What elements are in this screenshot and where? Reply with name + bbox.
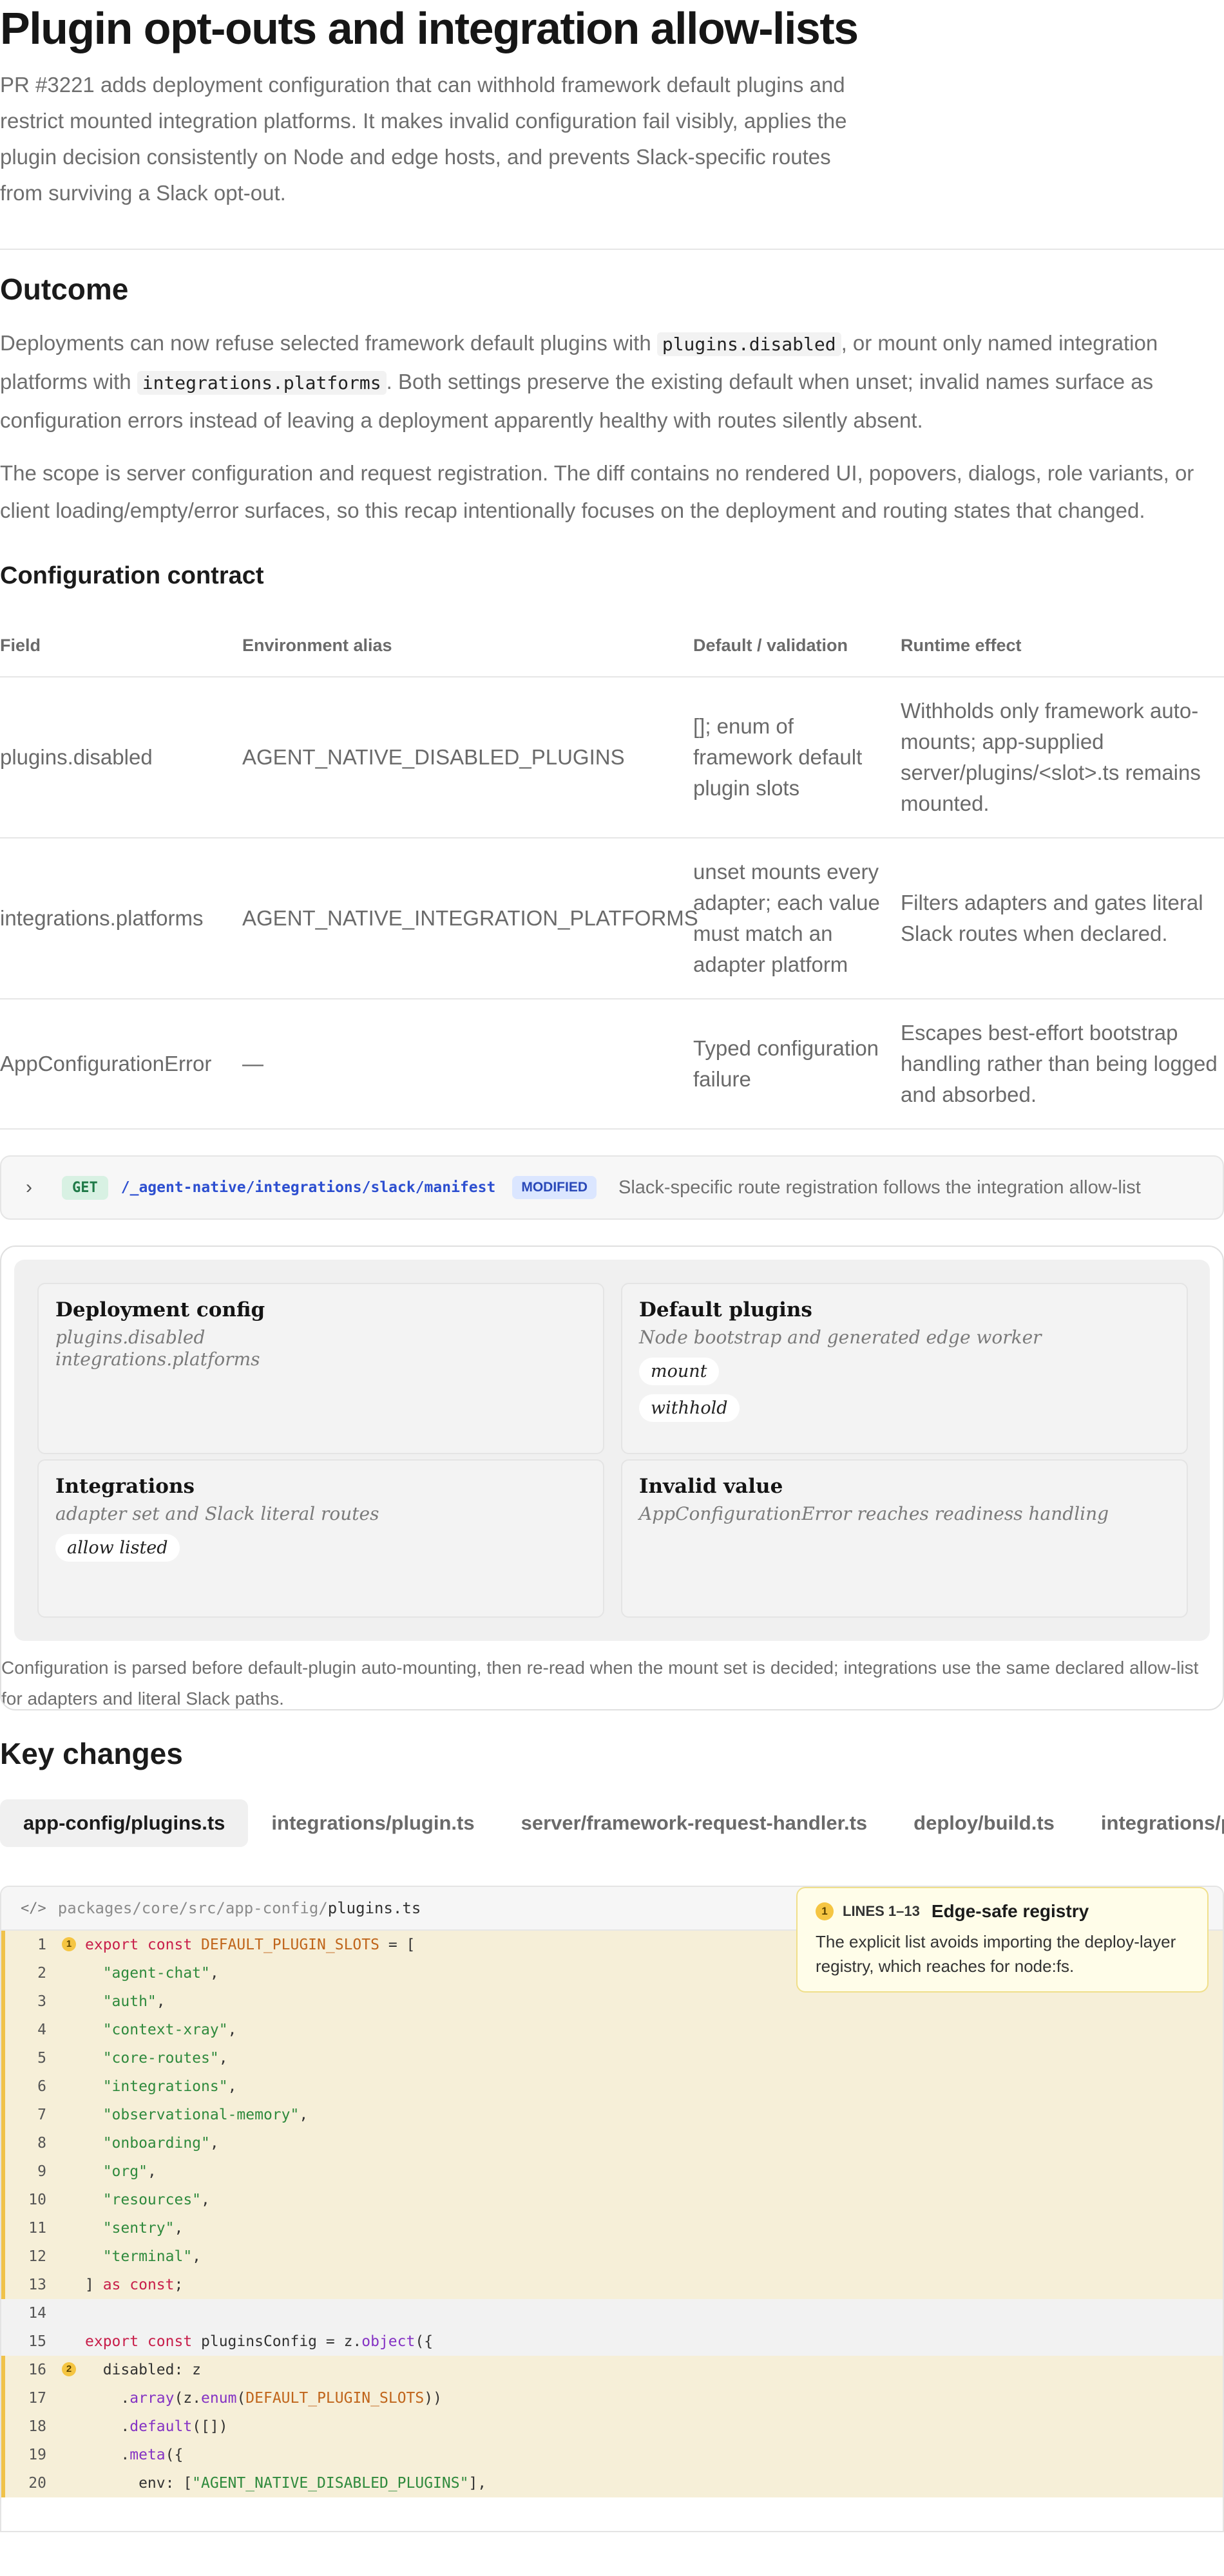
file-name: plugins.ts	[327, 1899, 421, 1917]
diagram-box-title: Deployment config	[55, 1298, 265, 1321]
inline-code-plugins-disabled: plugins.disabled	[656, 332, 841, 356]
file-path-prefix: packages/core/src/app-config/	[57, 1899, 328, 1917]
code-line: 8 "onboarding",	[1, 2129, 1223, 2157]
diagram-box-integrations: Integrations adapter set and Slack liter…	[37, 1459, 604, 1618]
status-badge: MODIFIED	[512, 1176, 597, 1199]
contract-heading: Configuration contract	[0, 562, 264, 589]
code-line: 19 .meta({	[1, 2441, 1223, 2469]
code-line: 20 env: ["AGENT_NATIVE_DISABLED_PLUGINS"…	[1, 2469, 1223, 2497]
route-description: Slack-specific route registration follow…	[618, 1177, 1141, 1198]
diagram-box-default-plugins: Default plugins Node bootstrap and gener…	[621, 1283, 1188, 1454]
code-line: 7 "observational-memory",	[1, 2101, 1223, 2129]
diagram-box-text: AppConfigurationError reaches readiness …	[639, 1503, 1109, 1524]
annotation-title: Edge-safe registry	[931, 1901, 1089, 1921]
tab-app-config-plugins[interactable]: app-config/plugins.ts	[0, 1799, 249, 1847]
table-cell: AGENT_NATIVE_DISABLED_PLUGINS	[242, 677, 693, 838]
code-line: 18 .default([])	[1, 2412, 1223, 2441]
page: Plugin opt-outs and integration allow-li…	[0, 0, 1224, 2532]
code-line: 16 2 disabled: z	[1, 2356, 1223, 2384]
code-line: 17 .array(z.enum(DEFAULT_PLUGIN_SLOTS))	[1, 2384, 1223, 2412]
tab-deploy-build[interactable]: deploy/build.ts	[890, 1799, 1078, 1847]
table-row: AppConfigurationError — Typed configurat…	[0, 999, 1224, 1130]
column-header: Runtime effect	[901, 614, 1224, 677]
outcome-paragraph-2: The scope is server configuration and re…	[0, 461, 1194, 522]
tab-integrations-plug[interactable]: integrations/plug	[1078, 1799, 1224, 1847]
route-disclosure[interactable]: › GET /_agent-native/integrations/slack/…	[0, 1155, 1224, 1220]
code-viewer: </> packages/core/src/app-config/plugins…	[0, 1886, 1224, 2532]
table-cell: unset mounts every adapter; each value m…	[693, 838, 901, 999]
table-row: plugins.disabled AGENT_NATIVE_DISABLED_P…	[0, 677, 1224, 838]
code-line: 5 "core-routes",	[1, 2044, 1223, 2072]
code-line: 9 "org",	[1, 2157, 1223, 2186]
table-cell: Withholds only framework auto-mounts; ap…	[901, 677, 1224, 838]
diagram-pill-allow-listed: allow listed	[55, 1534, 180, 1562]
annotation-body: The explicit list avoids importing the d…	[816, 1932, 1176, 1976]
diagram-pill-mount: mount	[639, 1358, 719, 1385]
code-line: 15 export const pluginsConfig = z.object(…	[1, 2327, 1223, 2356]
table-cell: —	[242, 999, 693, 1130]
table-cell: AppConfigurationError	[0, 999, 242, 1130]
code-line: 10 "resources",	[1, 2186, 1223, 2214]
diagram-box-title: Default plugins	[639, 1298, 812, 1321]
column-header: Environment alias	[242, 614, 693, 677]
annotation-marker[interactable]: 1	[55, 1931, 85, 1959]
annotation-badge: 1	[816, 1902, 834, 1920]
code-line: 6 "integrations",	[1, 2072, 1223, 2101]
table-cell: AGENT_NATIVE_INTEGRATION_PLATFORMS	[242, 838, 698, 999]
chevron-right-icon: ›	[26, 1177, 32, 1198]
diagram-box-title: Invalid value	[639, 1475, 783, 1498]
diagram-box-text: adapter set and Slack literal routes	[55, 1503, 379, 1524]
diagram-pill-withhold: withhold	[639, 1394, 740, 1422]
diagram-canvas: Deployment config plugins.disabled integ…	[14, 1260, 1210, 1641]
annotation-callout: 1 LINES 1–13 Edge-safe registry The expl…	[796, 1887, 1209, 1993]
table-cell: integrations.platforms	[0, 838, 242, 999]
code-line: 12 "terminal",	[1, 2242, 1223, 2271]
annotation-lines: LINES 1–13	[843, 1903, 920, 1919]
route-path: /_agent-native/integrations/slack/manife…	[120, 1179, 496, 1196]
diagram-caption: Configuration is parsed before default-p…	[1, 1658, 1199, 1709]
http-method-badge: GET	[62, 1175, 108, 1200]
annotation-marker[interactable]: 2	[55, 2356, 85, 2384]
inline-code-integrations-platforms: integrations.platforms	[137, 371, 387, 395]
diagram-box-title: Integrations	[55, 1475, 195, 1498]
column-header: Default / validation	[693, 614, 901, 677]
table-header-row: Field Environment alias Default / valida…	[0, 614, 1224, 677]
outcome-heading: Outcome	[0, 272, 129, 306]
page-title: Plugin opt-outs and integration allow-li…	[0, 3, 859, 53]
divider	[0, 249, 1224, 250]
code-line: 14	[1, 2299, 1223, 2327]
contract-table: Field Environment alias Default / valida…	[0, 614, 1224, 1130]
diagram-box-text: plugins.disabled integrations.platforms	[55, 1327, 260, 1370]
table-cell: Filters adapters and gates literal Slack…	[901, 838, 1224, 999]
file-tabs: app-config/plugins.ts integrations/plugi…	[0, 1799, 1224, 1847]
code-line: 4 "context-xray",	[1, 2016, 1223, 2044]
table-cell: plugins.disabled	[0, 677, 242, 838]
column-header: Field	[0, 614, 242, 677]
diagram-box-deployment-config: Deployment config plugins.disabled integ…	[37, 1283, 604, 1454]
flow-diagram: Deployment config plugins.disabled integ…	[0, 1245, 1224, 1710]
diagram-box-invalid-value: Invalid value AppConfigurationError reac…	[621, 1459, 1188, 1618]
table-cell: Typed configuration failure	[693, 999, 901, 1130]
table-row: integrations.platforms AGENT_NATIVE_INTE…	[0, 838, 1224, 999]
key-changes-heading: Key changes	[0, 1737, 183, 1770]
table-cell: Escapes best-effort bootstrap handling r…	[901, 999, 1224, 1130]
outcome-text: Deployments can now refuse selected fram…	[0, 331, 657, 355]
tab-framework-request-handler[interactable]: server/framework-request-handler.ts	[498, 1799, 891, 1847]
tab-integrations-plugin[interactable]: integrations/plugin.ts	[248, 1799, 497, 1847]
diagram-box-text: Node bootstrap and generated edge worker	[639, 1327, 1042, 1348]
code-icon: </>	[21, 1900, 46, 1917]
page-lead: PR #3221 adds deployment configuration t…	[0, 73, 847, 205]
code-line: 11 "sentry",	[1, 2214, 1223, 2242]
code-line: 13] as const;	[1, 2271, 1223, 2299]
outcome-paragraph-1: Deployments can now refuse selected fram…	[0, 325, 1224, 439]
table-cell: []; enum of framework default plugin slo…	[693, 677, 901, 838]
